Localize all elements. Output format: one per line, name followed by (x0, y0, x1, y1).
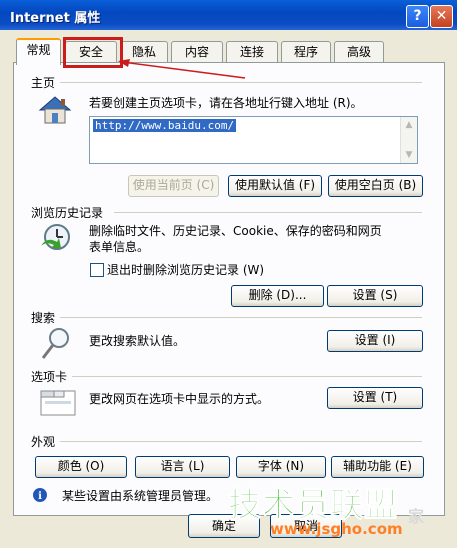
history-group-label: 浏览历史记录 (31, 206, 104, 220)
home-page-url-value: http://www.baidu.com/ (93, 119, 237, 132)
tabs-settings-button[interactable]: 设置 (T) (327, 387, 423, 409)
home-instruction: 若要创建主页选项卡，请在各地址行键入地址 (R)。 (89, 96, 363, 110)
search-settings-button[interactable]: 设置 (I) (327, 330, 423, 352)
history-description-line1: 删除临时文件、历史记录、Cookie、保存的密码和网页 (89, 224, 382, 238)
annotation-arrow (118, 59, 246, 79)
svg-text:i: i (38, 491, 42, 502)
delete-history-button[interactable]: 删除 (D)... (231, 285, 324, 307)
watermark-url: www.jsgho.com (270, 520, 403, 538)
scroll-up-icon[interactable]: ▲ (401, 117, 417, 133)
colors-button[interactable]: 颜色 (O) (35, 456, 127, 478)
history-description-line2: 表单信息。 (89, 240, 150, 254)
delete-on-exit-label: 退出时删除浏览历史记录 (W) (107, 263, 265, 277)
delete-on-exit-checkbox[interactable] (90, 263, 104, 277)
history-settings-button[interactable]: 设置 (S) (327, 285, 423, 307)
use-default-button[interactable]: 使用默认值 (F) (228, 175, 322, 197)
watermark-brand: 技术员联盟 (228, 485, 398, 525)
search-description: 更改搜索默认值。 (89, 334, 186, 348)
tabbed-window-icon (40, 390, 76, 416)
info-icon: i (33, 488, 47, 502)
magnifier-icon (41, 328, 69, 359)
home-page-address-input[interactable]: http://www.baidu.com/ ▲ ▼ (89, 116, 418, 164)
tabs-description: 更改网页在选项卡中显示的方式。 (89, 392, 270, 406)
appearance-divider (60, 441, 422, 442)
home-house-icon (38, 96, 72, 124)
scroll-down-icon[interactable]: ▼ (401, 147, 417, 163)
history-divider (114, 212, 422, 213)
use-blank-button[interactable]: 使用空白页 (B) (328, 175, 423, 197)
fonts-button[interactable]: 字体 (N) (236, 456, 326, 478)
search-group-label: 搜索 (31, 311, 56, 325)
search-divider (60, 317, 422, 318)
tabs-group-label: 选项卡 (31, 370, 68, 384)
history-clock-icon (41, 224, 70, 250)
internet-options-dialog: Internet 属性 ? ✕ 常规 安全 隐私 内容 连接 程序 高级 主页 … (0, 0, 457, 548)
use-current-button[interactable]: 使用当前页 (C) (128, 175, 219, 197)
languages-button[interactable]: 语言 (L) (135, 456, 230, 478)
appearance-group-label: 外观 (31, 435, 56, 449)
address-scrollbar[interactable]: ▲ ▼ (400, 117, 417, 163)
watermark-tail: 家 (408, 507, 425, 526)
tabs-divider (72, 376, 422, 377)
admin-managed-notice[interactable]: 某些设置由系统管理员管理。 (62, 487, 218, 504)
accessibility-button[interactable]: 辅助功能 (E) (331, 456, 424, 478)
home-page-group-label: 主页 (31, 76, 56, 90)
